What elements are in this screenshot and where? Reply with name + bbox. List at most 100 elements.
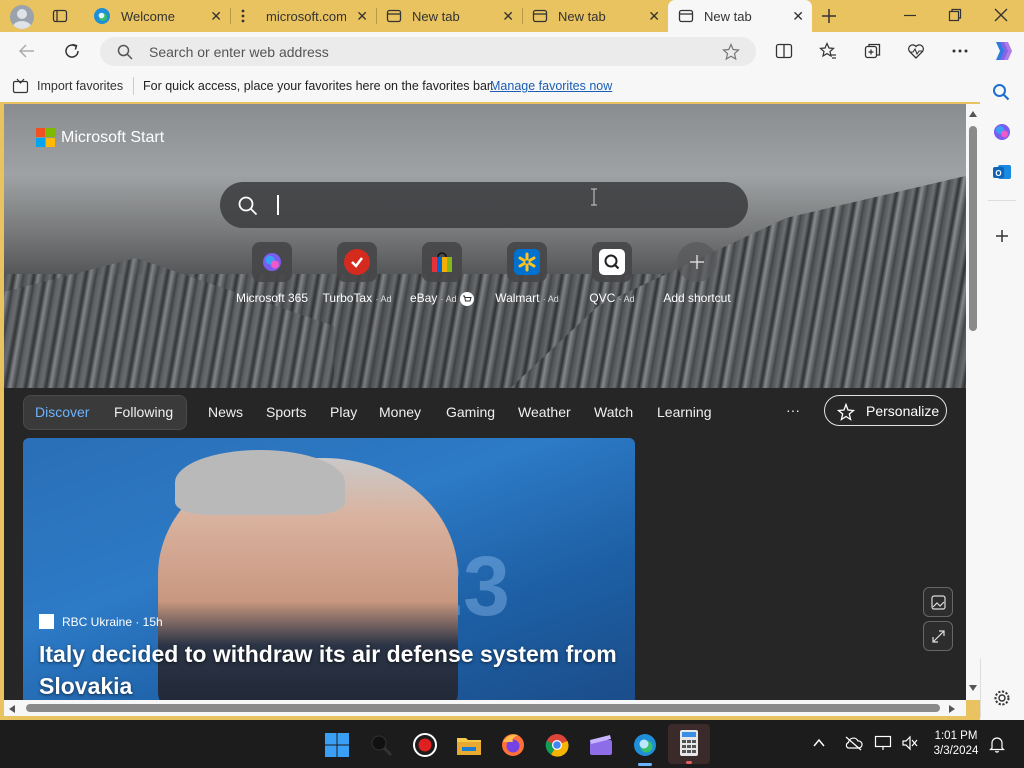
background-image-button[interactable] — [923, 587, 953, 617]
taskbar-firefox[interactable] — [498, 730, 528, 760]
taskbar-search-button[interactable] — [366, 730, 396, 760]
new-tab-button[interactable] — [820, 7, 838, 25]
volume-muted-icon[interactable] — [901, 735, 919, 751]
taskbar-chrome[interactable] — [542, 730, 572, 760]
minimize-button[interactable] — [903, 8, 917, 22]
news-source-label: RBC Ukraine · 15h — [62, 614, 163, 629]
nav-money[interactable]: Money — [379, 404, 421, 420]
shopping-cart-icon — [460, 291, 475, 306]
sidebar-add-button[interactable] — [994, 228, 1010, 244]
tab-close-button[interactable]: ✕ — [648, 9, 660, 23]
scroll-up-icon[interactable] — [968, 110, 978, 118]
nav-play[interactable]: Play — [330, 404, 357, 420]
taskbar-video-editor[interactable] — [586, 730, 616, 760]
refresh-button[interactable] — [63, 42, 81, 60]
taskbar-file-explorer[interactable] — [454, 730, 484, 760]
restore-button[interactable] — [948, 8, 962, 22]
favorites-button[interactable] — [819, 42, 837, 60]
quick-link-walmart[interactable]: Walmart · Ad — [482, 242, 572, 305]
tab-close-button[interactable]: ✕ — [210, 9, 222, 23]
close-icon — [994, 8, 1008, 22]
notifications-button[interactable] — [989, 735, 1005, 753]
vertical-scrollbar[interactable] — [966, 104, 980, 700]
taskbar-recorder-app[interactable] — [410, 730, 440, 760]
close-window-button[interactable] — [994, 8, 1008, 22]
clock-date: 3/3/2024 — [933, 745, 979, 757]
scroll-left-icon[interactable] — [8, 704, 16, 714]
sidebar-microsoft365-button[interactable] — [992, 122, 1012, 142]
vertical-scroll-thumb[interactable] — [969, 126, 977, 331]
copilot-icon — [996, 42, 1012, 60]
onedrive-offline-icon[interactable] — [843, 735, 863, 751]
microsoft-start-logo[interactable]: Microsoft Start — [36, 128, 164, 147]
network-status-icon[interactable] — [874, 735, 894, 751]
news-card[interactable]: 2023 RBC Ukraine · 15h Italy decided to … — [23, 438, 635, 700]
qvc-icon — [599, 249, 625, 275]
scroll-right-icon[interactable] — [948, 704, 956, 714]
favorites-hint: For quick access, place your favorites h… — [143, 79, 494, 93]
split-screen-button[interactable] — [775, 42, 793, 60]
chevron-up-icon — [813, 738, 825, 747]
browser-essentials-button[interactable] — [907, 42, 925, 60]
nav-learning[interactable]: Learning — [657, 404, 712, 420]
tab-close-button[interactable]: ✕ — [356, 9, 368, 23]
profile-avatar[interactable] — [10, 5, 34, 29]
tab-new-active[interactable]: New tab ✕ — [668, 0, 812, 32]
copilot-button[interactable] — [990, 39, 1014, 63]
tab-close-button[interactable]: ✕ — [792, 9, 804, 23]
tab-new-2[interactable]: New tab ✕ — [524, 0, 668, 32]
system-clock[interactable]: 1:01 PM 3/3/2024 — [928, 729, 984, 759]
quick-link-add-shortcut[interactable]: Add shortcut — [652, 242, 742, 305]
active-app-indicator — [638, 763, 652, 766]
personalize-button[interactable]: Personalize — [824, 395, 947, 426]
clock-time: 1:01 PM — [934, 730, 978, 742]
collections-button[interactable] — [864, 42, 882, 60]
show-hidden-icons-button[interactable] — [812, 737, 826, 749]
sidebar-settings-button[interactable] — [993, 689, 1011, 707]
text-caret — [277, 195, 279, 215]
quick-link-microsoft365[interactable]: Microsoft 365 — [227, 242, 317, 305]
import-favorites-button[interactable]: Import favorites — [12, 78, 123, 94]
nav-gaming[interactable]: Gaming — [446, 404, 495, 420]
nav-weather[interactable]: Weather — [518, 404, 571, 420]
address-bar[interactable]: Search or enter web address — [100, 37, 756, 66]
minimize-icon — [904, 14, 916, 17]
sidebar-outlook-button[interactable]: O — [992, 162, 1012, 182]
tab-close-button[interactable]: ✕ — [502, 9, 514, 23]
tab-title: New tab — [412, 8, 460, 24]
add-favorite-star-icon[interactable] — [722, 43, 740, 61]
scroll-down-icon[interactable] — [968, 684, 978, 692]
nav-more-button[interactable]: ··· — [786, 402, 800, 418]
tab-welcome[interactable]: Welcome ✕ — [84, 0, 230, 32]
settings-more-button[interactable] — [951, 42, 969, 60]
horizontal-scrollbar[interactable] — [4, 700, 966, 716]
nav-discover[interactable]: Discover — [35, 404, 89, 420]
quick-link-turbotax[interactable]: TurboTax · Ad — [312, 242, 402, 305]
quick-link-ebay[interactable]: eBay · Ad — [397, 242, 487, 306]
nav-watch[interactable]: Watch — [594, 404, 633, 420]
nav-news[interactable]: News — [208, 404, 243, 420]
taskbar-calculator[interactable] — [668, 724, 710, 764]
folder-icon — [457, 738, 481, 755]
expand-button[interactable] — [923, 621, 953, 651]
more-horizontal-icon — [952, 49, 968, 53]
tab-microsoft[interactable]: microsoft.com/ ✕ — [232, 0, 376, 32]
back-button[interactable] — [18, 42, 36, 60]
sidebar-search-button[interactable] — [992, 83, 1010, 101]
web-search-box[interactable] — [220, 182, 748, 228]
quick-link-qvc[interactable]: QVC · Ad — [567, 242, 657, 305]
manage-favorites-link[interactable]: Manage favorites now — [490, 79, 612, 93]
taskbar-edge[interactable] — [630, 730, 660, 766]
news-headline[interactable]: Italy decided to withdraw its air defens… — [39, 638, 629, 700]
search-icon — [371, 735, 393, 757]
nav-sports[interactable]: Sports — [266, 404, 306, 420]
tab-actions-button[interactable] — [52, 8, 68, 24]
tab-new-1[interactable]: New tab ✕ — [378, 0, 522, 32]
back-arrow-icon — [18, 44, 34, 58]
nav-following[interactable]: Following — [114, 404, 173, 420]
favorites-bar: Import favorites For quick access, place… — [0, 70, 1024, 102]
tab-divider — [376, 8, 377, 24]
horizontal-scroll-thumb[interactable] — [26, 704, 940, 712]
start-button[interactable] — [322, 730, 352, 760]
edge-icon — [634, 734, 656, 756]
